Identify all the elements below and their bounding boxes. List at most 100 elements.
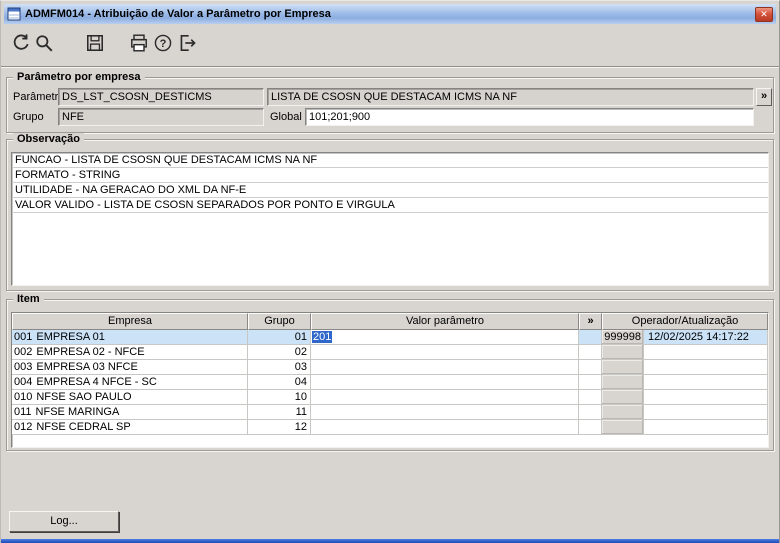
observacao-memo[interactable]: FUNCAO - LISTA DE CSOSN QUE DESTACAM ICM… <box>11 152 769 286</box>
search-button[interactable] <box>31 30 57 56</box>
empresa-code: 002 <box>14 346 33 358</box>
param-expand-button[interactable]: » <box>756 88 772 106</box>
param-code-field[interactable]: DS_LST_CSOSN_DESTICMS <box>58 88 264 106</box>
valor-cell[interactable] <box>311 360 579 374</box>
empresa-code: 012 <box>14 421 33 433</box>
expand-cell[interactable] <box>579 360 602 374</box>
empresa-code: 003 <box>14 361 33 373</box>
help-icon: ? <box>154 34 172 52</box>
empresa-cell[interactable]: 001 EMPRESA 01 <box>12 330 248 344</box>
table-row[interactable]: 010 NFSE SAO PAULO 10 <box>12 390 768 405</box>
grupo-cell[interactable]: 10 <box>248 390 311 404</box>
observacao-line: FUNCAO - LISTA DE CSOSN QUE DESTACAM ICM… <box>12 153 768 168</box>
print-icon <box>131 34 147 52</box>
atualizacao-text <box>644 405 648 419</box>
grupo-column-header[interactable]: Grupo <box>248 313 311 330</box>
item-grid: Empresa Grupo Valor parâmetro » Operador… <box>11 312 769 448</box>
expand-cell[interactable] <box>579 405 602 419</box>
exit-icon <box>180 34 196 52</box>
empresa-cell[interactable]: 002 EMPRESA 02 - NFCE <box>12 345 248 359</box>
expand-cell[interactable] <box>579 375 602 389</box>
param-groupbox: Parâmetro por empresa Parâmetro DS_LST_C… <box>6 71 774 133</box>
print-button[interactable] <box>126 30 152 56</box>
param-desc-field[interactable]: LISTA DE CSOSN QUE DESTACAM ICMS NA NF <box>267 88 754 106</box>
atualizacao-text <box>644 345 648 359</box>
grupo-field[interactable]: NFE <box>58 108 264 126</box>
item-legend: Item <box>13 293 44 306</box>
toolbar-divider <box>1 66 779 68</box>
valor-cell[interactable] <box>311 345 579 359</box>
atualizacao-text <box>644 360 648 374</box>
table-row[interactable]: 003 EMPRESA 03 NFCE 03 <box>12 360 768 375</box>
empresa-column-header[interactable]: Empresa <box>12 313 248 330</box>
expand-cell[interactable] <box>579 420 602 434</box>
window-icon <box>7 7 21 21</box>
empresa-cell[interactable]: 003 EMPRESA 03 NFCE <box>12 360 248 374</box>
table-row[interactable]: 011 NFSE MARINGA 11 <box>12 405 768 420</box>
empresa-cell[interactable]: 004 EMPRESA 4 NFCE - SC <box>12 375 248 389</box>
grupo-cell[interactable]: 03 <box>248 360 311 374</box>
window-title: ADMFM014 - Atribuição de Valor a Parâmet… <box>25 8 331 20</box>
valor-column-header[interactable]: Valor parâmetro <box>311 313 579 330</box>
operador-column-header[interactable]: Operador/Atualização <box>602 313 768 330</box>
empresa-name: NFSE SAO PAULO <box>36 391 132 403</box>
grid-header: Empresa Grupo Valor parâmetro » Operador… <box>12 313 768 330</box>
empresa-name: EMPRESA 02 - NFCE <box>36 346 145 358</box>
table-row[interactable]: 001 EMPRESA 01 01 201 999998 12/02/2025 1… <box>12 330 768 345</box>
grupo-cell[interactable]: 01 <box>248 330 311 344</box>
help-button[interactable]: ? <box>150 30 176 56</box>
expand-cell[interactable] <box>579 330 602 344</box>
empresa-name: EMPRESA 4 NFCE - SC <box>36 376 157 388</box>
save-button[interactable] <box>82 30 108 56</box>
operador-cell <box>602 405 768 419</box>
expand-column-header[interactable]: » <box>579 313 602 330</box>
expand-cell[interactable] <box>579 390 602 404</box>
grupo-cell[interactable]: 04 <box>248 375 311 389</box>
param-label: Parâmetro <box>13 91 65 103</box>
grupo-cell[interactable]: 12 <box>248 420 311 434</box>
valor-cell[interactable] <box>311 375 579 389</box>
observacao-line: FORMATO - STRING <box>12 168 768 183</box>
close-button[interactable]: ✕ <box>755 6 773 22</box>
operador-cell <box>602 360 768 374</box>
empresa-cell[interactable]: 012 NFSE CEDRAL SP <box>12 420 248 434</box>
atualizacao-text <box>644 390 648 404</box>
operador-cell <box>602 375 768 389</box>
empresa-code: 001 <box>14 331 33 343</box>
operador-box: 999998 <box>602 330 644 344</box>
grupo-cell[interactable]: 02 <box>248 345 311 359</box>
empresa-name: EMPRESA 03 NFCE <box>36 361 138 373</box>
table-row[interactable]: 004 EMPRESA 4 NFCE - SC 04 <box>12 375 768 390</box>
operador-cell: 999998 12/02/2025 14:17:22 <box>602 330 768 344</box>
valor-cell[interactable] <box>311 405 579 419</box>
observacao-legend: Observação <box>13 133 84 146</box>
exit-button[interactable] <box>174 30 200 56</box>
grupo-cell[interactable]: 11 <box>248 405 311 419</box>
undo-icon <box>13 34 29 50</box>
empresa-cell[interactable]: 010 NFSE SAO PAULO <box>12 390 248 404</box>
empresa-cell[interactable]: 011 NFSE MARINGA <box>12 405 248 419</box>
operador-cell <box>602 345 768 359</box>
app-window: ADMFM014 - Atribuição de Valor a Parâmet… <box>0 0 780 543</box>
atualizacao-text: 12/02/2025 14:17:22 <box>648 331 749 343</box>
valor-cell[interactable] <box>311 390 579 404</box>
table-row[interactable]: 002 EMPRESA 02 - NFCE 02 <box>12 345 768 360</box>
operador-box <box>602 345 644 359</box>
table-row[interactable]: 012 NFSE CEDRAL SP 12 <box>12 420 768 435</box>
search-icon <box>36 35 53 52</box>
selected-text: 201 <box>312 331 333 343</box>
log-button[interactable]: Log... <box>9 511 119 532</box>
valor-cell-editor[interactable]: 201 <box>311 330 579 344</box>
global-label: Global <box>270 111 302 123</box>
item-groupbox: Item Empresa Grupo Valor parâmetro » Ope… <box>6 293 774 451</box>
empresa-code: 010 <box>14 391 33 403</box>
observacao-line: VALOR VALIDO - LISTA DE CSOSN SEPARADOS … <box>12 198 768 213</box>
valor-cell[interactable] <box>311 420 579 434</box>
expand-cell[interactable] <box>579 345 602 359</box>
atualizacao-text <box>644 420 648 434</box>
global-field[interactable]: 101;201;900 <box>305 108 754 126</box>
empresa-name: NFSE MARINGA <box>35 406 120 418</box>
operador-box <box>602 420 644 434</box>
close-icon: ✕ <box>760 8 768 19</box>
titlebar[interactable]: ADMFM014 - Atribuição de Valor a Parâmet… <box>4 4 776 24</box>
